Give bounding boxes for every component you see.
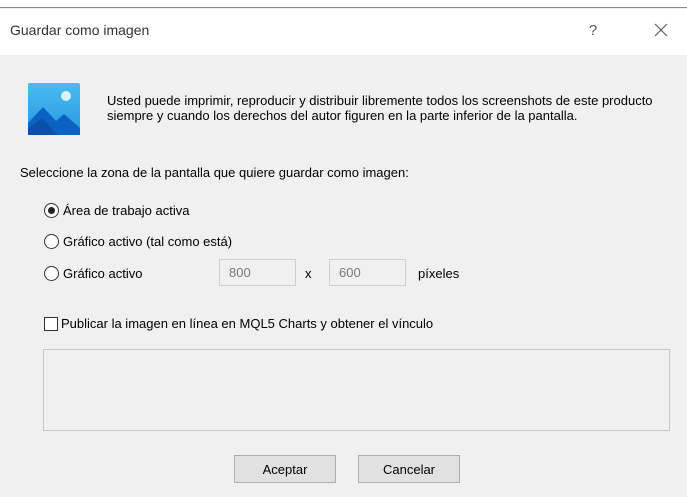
radio-button[interactable] bbox=[44, 233, 59, 249]
publish-label: Publicar la imagen en línea en MQL5 Char… bbox=[61, 316, 434, 331]
width-input[interactable]: 800 bbox=[219, 259, 296, 286]
radio-label-active-chart-custom: Gráfico activo bbox=[63, 265, 143, 281]
help-button[interactable]: ? bbox=[578, 15, 608, 45]
radio-button-checked[interactable] bbox=[44, 202, 59, 218]
radio-button[interactable] bbox=[44, 265, 59, 281]
image-icon bbox=[28, 83, 80, 135]
dialog-title: Guardar como imagen bbox=[10, 22, 150, 38]
radio-label-active-chart-as-is: Gráfico activo (tal como está) bbox=[63, 233, 233, 249]
title-bar: Guardar como imagen ? bbox=[0, 9, 687, 55]
radio-label-active-workspace: Área de trabajo activa bbox=[63, 202, 190, 218]
height-input[interactable]: 600 bbox=[329, 259, 406, 286]
pixels-unit-label: píxeles bbox=[418, 266, 460, 281]
close-icon bbox=[654, 23, 668, 37]
accept-button[interactable]: Aceptar bbox=[234, 455, 336, 483]
radio-active-chart-as-is[interactable]: Gráfico activo (tal como está) bbox=[44, 231, 232, 251]
help-icon: ? bbox=[588, 21, 598, 39]
close-button[interactable] bbox=[644, 14, 678, 46]
publish-checkbox[interactable] bbox=[44, 316, 58, 331]
radio-active-workspace[interactable]: Área de trabajo activa bbox=[44, 200, 189, 220]
link-output-box[interactable] bbox=[43, 349, 670, 431]
copyright-notice: Usted puede imprimir, reproducir y distr… bbox=[107, 93, 653, 123]
radio-active-chart-custom[interactable]: Gráfico activo bbox=[44, 263, 142, 283]
publish-online-option[interactable]: Publicar la imagen en línea en MQL5 Char… bbox=[44, 316, 433, 331]
cancel-button[interactable]: Cancelar bbox=[358, 455, 460, 483]
save-as-image-dialog: Guardar como imagen ? Usted puede imprim… bbox=[0, 0, 687, 497]
dimension-separator: x bbox=[305, 266, 312, 281]
window-top-strip bbox=[0, 0, 687, 8]
area-selection-label: Seleccione la zona de la pantalla que qu… bbox=[20, 165, 409, 180]
